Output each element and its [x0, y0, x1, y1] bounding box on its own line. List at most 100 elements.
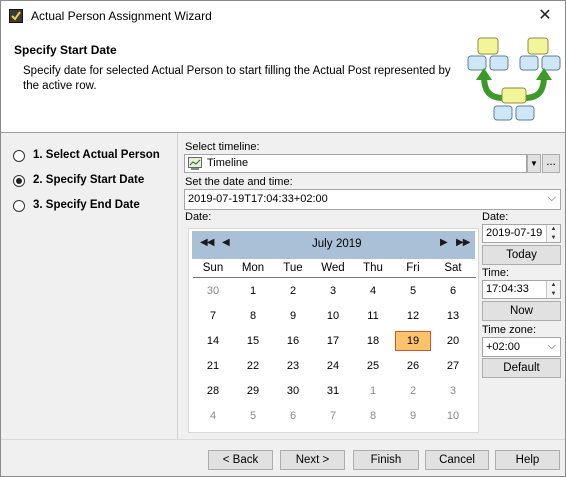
next-month-icon[interactable]: ▶ — [440, 237, 448, 248]
next-button[interactable]: Next > — [280, 450, 345, 470]
wizard-header: Specify Start Date Specify date for sele… — [1, 31, 565, 133]
calendar-day[interactable]: 11 — [355, 306, 391, 326]
calendar-day[interactable]: 3 — [435, 381, 471, 401]
back-label: < Back — [222, 454, 259, 466]
page-title: Specify Start Date — [14, 43, 117, 57]
cancel-button[interactable]: Cancel — [425, 450, 489, 470]
calendar-day[interactable]: 12 — [395, 306, 431, 326]
timeline-select[interactable]: Timeline — [184, 154, 527, 173]
calendar-day[interactable]: 9 — [275, 306, 311, 326]
calendar-date-label: Date: — [185, 211, 212, 223]
calendar-day[interactable]: 8 — [235, 306, 271, 326]
calendar-day[interactable]: 30 — [275, 381, 311, 401]
calendar-day[interactable]: 30 — [195, 281, 231, 301]
calendar-day[interactable]: 16 — [275, 331, 311, 351]
date-label: Date: — [482, 211, 509, 223]
calendar-day[interactable]: 2 — [275, 281, 311, 301]
close-button[interactable]: ✕ — [525, 1, 565, 31]
timeline-dropdown-button[interactable]: ▼ — [527, 154, 541, 173]
calendar-day[interactable]: 8 — [355, 406, 391, 426]
calendar-day[interactable]: 2 — [395, 381, 431, 401]
step-label: 1. Select Actual Person — [33, 149, 160, 161]
next-label: Next > — [295, 454, 330, 466]
timezone-value: +02:00 — [486, 341, 520, 353]
calendar-day[interactable]: 17 — [315, 331, 351, 351]
calendar-day[interactable]: 5 — [395, 281, 431, 301]
calendar-day[interactable]: 26 — [395, 356, 431, 376]
time-label: Time: — [482, 267, 510, 279]
title-bar: Actual Person Assignment Wizard ✕ — [1, 1, 565, 31]
page-description: Specify date for selected Actual Person … — [23, 65, 451, 92]
calendar-day[interactable]: 10 — [315, 306, 351, 326]
calendar-day[interactable]: 21 — [195, 356, 231, 376]
calendar-day[interactable]: 6 — [275, 406, 311, 426]
datetime-combo[interactable]: 2019-07-19T17:04:33+02:00 ⌵ — [184, 189, 561, 210]
radio-step-1[interactable] — [13, 150, 25, 162]
calendar-year: 2019 — [336, 238, 362, 250]
finish-button[interactable]: Finish — [353, 450, 419, 470]
calendar-day[interactable]: 4 — [195, 406, 231, 426]
today-button[interactable]: Today — [482, 245, 561, 265]
calendar-day[interactable]: 27 — [435, 356, 471, 376]
spin-down-icon[interactable]: ▼ — [547, 234, 560, 243]
datetime-label: Set the date and time: — [185, 176, 293, 188]
calendar-day[interactable]: 23 — [275, 356, 311, 376]
calendar-day[interactable]: 1 — [355, 381, 391, 401]
date-spinner[interactable]: 2019-07-19 ▲ ▼ — [482, 224, 561, 243]
weekday-header: Sat — [444, 262, 462, 274]
radio-step-2[interactable] — [13, 175, 25, 187]
calendar-day[interactable]: 7 — [195, 306, 231, 326]
close-icon: ✕ — [538, 7, 552, 24]
calendar-day[interactable]: 7 — [315, 406, 351, 426]
calendar-day[interactable]: 25 — [355, 356, 391, 376]
browse-label: ... — [546, 156, 556, 168]
window-title: Actual Person Assignment Wizard — [31, 9, 212, 23]
footer-divider — [1, 439, 565, 440]
weekday-header: Tue — [283, 262, 303, 274]
radio-step-3[interactable] — [13, 200, 25, 212]
calendar-day[interactable]: 20 — [435, 331, 471, 351]
calendar-day[interactable]: 28 — [195, 381, 231, 401]
timezone-select[interactable]: +02:00 ⌵ — [482, 337, 561, 357]
spin-up-icon[interactable]: ▲ — [547, 281, 560, 290]
previous-year-icon[interactable]: ◀◀ — [200, 237, 214, 248]
date-spinner-arrows[interactable]: ▲ ▼ — [546, 225, 560, 242]
calendar-day[interactable]: 13 — [435, 306, 471, 326]
calendar-day[interactable]: 10 — [435, 406, 471, 426]
calendar-day[interactable]: 31 — [315, 381, 351, 401]
datetime-value: 2019-07-19T17:04:33+02:00 — [188, 193, 328, 205]
calendar-day[interactable]: 5 — [235, 406, 271, 426]
calendar-day[interactable]: 24 — [315, 356, 351, 376]
date-value: 2019-07-19 — [486, 227, 543, 239]
calendar-day[interactable]: 29 — [235, 381, 271, 401]
next-year-icon[interactable]: ▶▶ — [456, 237, 470, 248]
calendar-day-selected[interactable]: 19 — [395, 331, 431, 351]
previous-month-icon[interactable]: ◀ — [222, 237, 230, 248]
help-button[interactable]: Help — [495, 450, 560, 470]
default-button[interactable]: Default — [482, 358, 561, 378]
time-spinner-arrows[interactable]: ▲ ▼ — [546, 281, 560, 298]
browse-timeline-button[interactable]: ... — [542, 154, 560, 173]
calendar-day[interactable]: 18 — [355, 331, 391, 351]
calendar-day[interactable]: 15 — [235, 331, 271, 351]
today-label: Today — [506, 249, 537, 261]
spin-down-icon[interactable]: ▼ — [547, 290, 560, 299]
calendar-day[interactable]: 9 — [395, 406, 431, 426]
calendar-day[interactable]: 22 — [235, 356, 271, 376]
chevron-down-icon: ▼ — [530, 159, 538, 168]
panel-divider — [177, 133, 178, 439]
calendar-header: ◀◀ ◀ July 2019 ▶ ▶▶ — [192, 231, 475, 259]
time-spinner[interactable]: 17:04:33 ▲ ▼ — [482, 280, 561, 299]
calendar-day[interactable]: 6 — [435, 281, 471, 301]
calendar-day[interactable]: 4 — [355, 281, 391, 301]
timezone-label: Time zone: — [482, 324, 537, 336]
now-label: Now — [509, 305, 533, 317]
spin-up-icon[interactable]: ▲ — [547, 225, 560, 234]
calendar-day[interactable]: 14 — [195, 331, 231, 351]
now-button[interactable]: Now — [482, 301, 561, 321]
back-button[interactable]: < Back — [208, 450, 273, 470]
calendar-day[interactable]: 1 — [235, 281, 271, 301]
calendar-day[interactable]: 3 — [315, 281, 351, 301]
default-label: Default — [503, 362, 540, 374]
chevron-down-icon: ⌵ — [547, 340, 556, 352]
